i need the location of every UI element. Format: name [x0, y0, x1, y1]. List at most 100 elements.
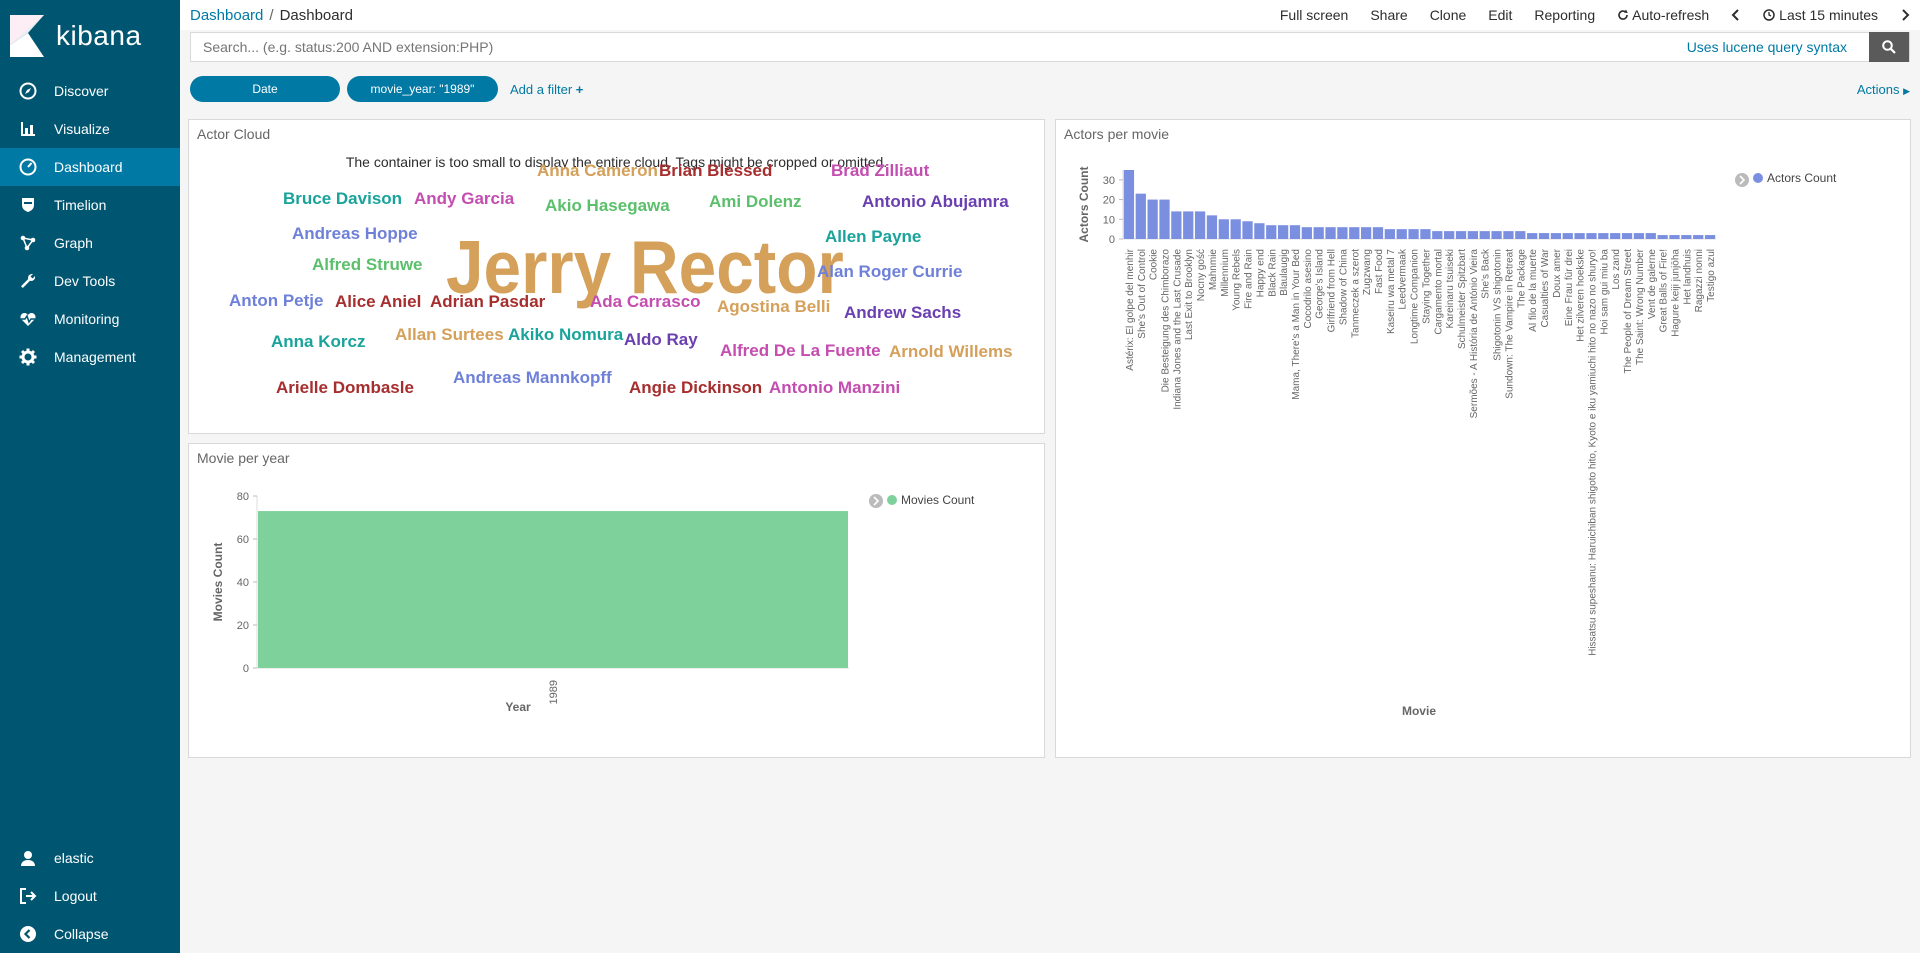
sidebar-item-graph[interactable]: Graph	[0, 224, 180, 262]
sidebar-item-visualize[interactable]: Visualize	[0, 110, 180, 148]
cloud-tag[interactable]: Arielle Dombasle	[276, 379, 414, 396]
search-button[interactable]	[1869, 32, 1909, 62]
sidebar-item-collapse[interactable]: Collapse	[0, 915, 180, 953]
x-tick-label: Young Rebels	[1232, 249, 1243, 311]
chart-bar	[1183, 211, 1194, 239]
chart-bar	[1372, 227, 1384, 239]
sidebar-item-label: Dev Tools	[54, 273, 116, 289]
cloud-tag[interactable]: Brad Zilliaut	[831, 162, 929, 179]
x-tick-label: Schulmeister Spitzbart	[1457, 249, 1468, 349]
cloud-tag[interactable]: Agostina Belli	[717, 298, 830, 315]
cloud-tag[interactable]: Anton Petje	[229, 292, 323, 309]
full-screen-button[interactable]: Full screen	[1280, 7, 1348, 23]
filter-pill-date[interactable]: Date	[190, 76, 340, 102]
sidebar-item-timelion[interactable]: Timelion	[0, 186, 180, 224]
cloud-tag[interactable]: Alan Roger Currie	[817, 263, 962, 280]
edit-button[interactable]: Edit	[1488, 7, 1512, 23]
x-tick-label: George's Island	[1315, 249, 1326, 319]
sidebar-item-monitoring[interactable]: Monitoring	[0, 300, 180, 338]
cloud-tag[interactable]: Andrew Sachs	[844, 304, 961, 321]
x-tick-label: Zugzwang	[1362, 249, 1373, 295]
sidebar-item-label: Dashboard	[54, 159, 123, 175]
lucene-syntax-link[interactable]: Uses lucene query syntax	[1687, 39, 1847, 55]
filter-pill-movie-year[interactable]: movie_year: "1989"	[347, 76, 498, 102]
cloud-tag[interactable]: Anna Cameron	[537, 162, 658, 179]
sidebar-item-label: Visualize	[54, 121, 110, 137]
sidebar-item-discover[interactable]: Discover	[0, 72, 180, 110]
chart-bar	[1479, 231, 1490, 239]
chart-bar	[1337, 227, 1348, 239]
cloud-tag[interactable]: Allan Surtees	[395, 326, 504, 343]
time-back-button[interactable]	[1731, 9, 1741, 21]
kibana-logo[interactable]: kibana	[0, 0, 180, 72]
cloud-tag[interactable]: Andy Garcia	[414, 190, 514, 207]
cloud-tag[interactable]: Arnold Willems	[889, 343, 1013, 360]
cloud-tag[interactable]: Alfred Struwe	[312, 256, 423, 273]
share-button[interactable]: Share	[1370, 7, 1407, 23]
chart-bar	[1669, 235, 1680, 239]
clone-button[interactable]: Clone	[1430, 7, 1467, 23]
sidebar-nav: Discover Visualize Dashboard Timelion Graph D…	[0, 72, 180, 376]
refresh-icon	[1618, 9, 1628, 20]
cloud-tag[interactable]: Akio Hasegawa	[545, 197, 670, 214]
sidebar-bottom-nav: elastic Logout Collapse	[0, 839, 180, 953]
chart-bar	[1147, 199, 1158, 239]
auto-refresh-button[interactable]: Auto-refresh	[1617, 7, 1709, 23]
chart-bar	[1562, 233, 1573, 239]
sidebar-item-logout[interactable]: Logout	[0, 877, 180, 915]
sidebar-item-dashboard[interactable]: Dashboard	[0, 148, 180, 186]
time-forward-button[interactable]	[1900, 9, 1910, 21]
cloud-tag[interactable]: Bruce Davison	[283, 190, 402, 207]
breadcrumb: Dashboard / Dashboard	[190, 7, 353, 24]
x-tick-label: Eine Frau für drei	[1564, 249, 1575, 326]
cloud-tag[interactable]: Angie Dickinson	[629, 379, 762, 396]
x-tick-label: Tanmeczek a szerot	[1350, 249, 1361, 338]
x-tick-label: Staying Together	[1421, 248, 1432, 324]
cloud-tag[interactable]: Aldo Ray	[624, 331, 698, 348]
caret-right-icon: ▶	[1903, 86, 1910, 96]
filter-actions-label: Actions	[1856, 82, 1900, 97]
cloud-tag[interactable]: Andreas Mannkopff	[453, 369, 612, 386]
reporting-button[interactable]: Reporting	[1534, 7, 1595, 23]
sidebar-item-elastic[interactable]: elastic	[0, 839, 180, 877]
cloud-tag[interactable]: Ami Dolenz	[709, 193, 802, 210]
y-tick-label: 60	[237, 534, 249, 546]
cloud-tag[interactable]: Alfred De La Fuente	[720, 342, 881, 359]
collapse-icon	[18, 924, 38, 944]
compass-icon	[18, 81, 38, 101]
sidebar-item-dev-tools[interactable]: Dev Tools	[0, 262, 180, 300]
chart-bar	[1693, 235, 1704, 239]
x-axis-title: Year	[505, 700, 531, 714]
chart-bar	[1396, 229, 1407, 239]
chart-bar	[1586, 233, 1597, 239]
search-input[interactable]	[191, 33, 1691, 61]
y-axis-title: Actors Count	[1077, 167, 1091, 243]
cloud-tag[interactable]: Antonio Abujamra	[862, 193, 1009, 210]
cloud-tag[interactable]: Anna Korcz	[271, 333, 365, 350]
sidebar-item-management[interactable]: Management	[0, 338, 180, 376]
cloud-tag[interactable]: Alice Aniel	[335, 293, 421, 310]
sidebar-item-label: Logout	[54, 888, 97, 904]
cloud-tag[interactable]: Akiko Nomura	[508, 326, 623, 343]
user-icon	[18, 848, 38, 868]
actor-cloud-panel: Actor Cloud The container is too small t…	[188, 119, 1045, 434]
chart-bar	[1610, 233, 1621, 239]
cloud-tag[interactable]: Allen Payne	[825, 228, 921, 245]
top-actions: Full screen Share Clone Edit Reporting A…	[1258, 0, 1910, 30]
breadcrumb-dashboards-link[interactable]: Dashboard	[190, 7, 263, 24]
cloud-tag[interactable]: Antonio Manzini	[769, 379, 900, 396]
actors-per-movie-panel: Actors per movie 0 10 20 30 Astérix: El golp…	[1055, 119, 1911, 758]
cloud-tag[interactable]: Adrian Pasdar	[430, 293, 545, 310]
chart-bar	[1230, 219, 1241, 239]
cloud-tag[interactable]: Ada Carrasco	[590, 293, 701, 310]
x-tick-label: Longtime Companion	[1410, 249, 1421, 344]
time-picker-button[interactable]: Last 15 minutes	[1763, 7, 1878, 23]
filter-actions-button[interactable]: Actions ▶	[1857, 82, 1910, 97]
legend-label: Actors Count	[1767, 171, 1837, 185]
cloud-tag[interactable]: Andreas Hoppe	[292, 225, 418, 242]
breadcrumb-separator: /	[269, 7, 274, 24]
x-tick-label: Kareinaru tsuiseki	[1445, 249, 1456, 328]
add-filter-button[interactable]: Add a filter +	[510, 82, 583, 97]
cloud-tag[interactable]: Brian Blessed	[659, 162, 772, 179]
chart-bar	[1313, 227, 1324, 239]
